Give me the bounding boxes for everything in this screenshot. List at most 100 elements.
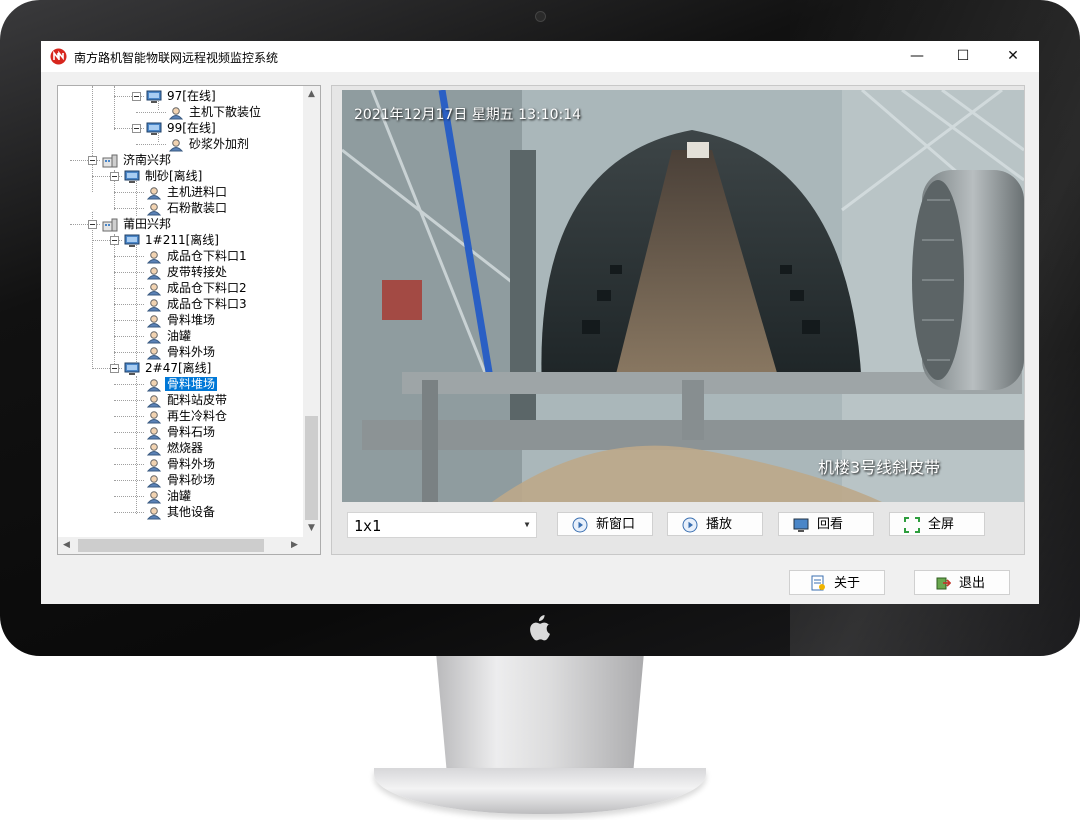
app-logo-icon bbox=[50, 48, 67, 65]
user-camera-icon bbox=[146, 330, 162, 343]
user-camera-icon bbox=[146, 394, 162, 407]
user-camera-icon bbox=[146, 410, 162, 423]
tree-item[interactable]: 再生冷料仓 bbox=[146, 408, 229, 424]
window-title: 南方路机智能物联网远程视频监控系统 bbox=[74, 51, 279, 65]
tree-collapse-toggle[interactable] bbox=[110, 236, 119, 245]
tree-item[interactable]: 2#47[离线] bbox=[124, 360, 213, 376]
tree-item[interactable]: 油罐 bbox=[146, 328, 193, 344]
scroll-left-arrow-icon[interactable]: ◀ bbox=[58, 537, 75, 554]
tree-item[interactable]: 成品仓下料口2 bbox=[146, 280, 249, 296]
layout-select[interactable]: 1x1 ▼ bbox=[347, 512, 537, 538]
user-camera-icon bbox=[146, 282, 162, 295]
tree-item[interactable]: 97[在线] bbox=[146, 88, 218, 104]
user-camera-icon bbox=[168, 138, 184, 151]
tree-item[interactable]: 其他设备 bbox=[146, 504, 217, 520]
about-document-icon bbox=[811, 575, 825, 591]
tree-item[interactable]: 主机进料口 bbox=[146, 184, 229, 200]
video-caption: 机楼3号线斜皮带 bbox=[818, 458, 941, 477]
conveyor-scene-image bbox=[342, 90, 1024, 502]
tree-item[interactable]: 配料站皮带 bbox=[146, 392, 229, 408]
tree-collapse-toggle[interactable] bbox=[110, 172, 119, 181]
tree-item[interactable]: 骨料堆场 bbox=[146, 376, 218, 392]
layout-select-value: 1x1 bbox=[354, 517, 382, 535]
video-feed[interactable]: 2021年12月17日 星期五 13:10:14 机楼3号线斜皮带 bbox=[342, 90, 1024, 502]
user-camera-icon bbox=[146, 298, 162, 311]
tree-item-label: 成品仓下料口1 bbox=[167, 249, 247, 263]
scroll-right-arrow-icon[interactable]: ▶ bbox=[286, 537, 303, 554]
user-camera-icon bbox=[146, 266, 162, 279]
user-camera-icon bbox=[146, 250, 162, 263]
tree-connector bbox=[114, 336, 144, 337]
tree-item[interactable]: 石粉散装口 bbox=[146, 200, 229, 216]
tree-item[interactable]: 骨料堆场 bbox=[146, 312, 217, 328]
play-button[interactable]: 播放 bbox=[667, 512, 763, 536]
tree-guide-line bbox=[114, 86, 115, 130]
tree-item-label: 济南兴邦 bbox=[123, 153, 172, 167]
scroll-thumb[interactable] bbox=[305, 416, 318, 520]
tree-guide-line bbox=[136, 242, 137, 362]
monitor-icon bbox=[124, 234, 140, 247]
tree-vertical-scrollbar[interactable]: ▲ ▼ bbox=[303, 86, 320, 537]
tree-collapse-toggle[interactable] bbox=[110, 364, 119, 373]
tree-item[interactable]: 砂浆外加剂 bbox=[168, 136, 251, 152]
tree-item-label: 2#47[离线] bbox=[145, 361, 212, 375]
tree-collapse-toggle[interactable] bbox=[132, 124, 141, 133]
tree-item[interactable]: 成品仓下料口1 bbox=[146, 248, 249, 264]
user-camera-icon bbox=[146, 442, 162, 455]
tree-item-label: 砂浆外加剂 bbox=[189, 137, 250, 151]
exit-button[interactable]: 退出 bbox=[914, 570, 1010, 595]
apple-logo-icon bbox=[528, 615, 552, 641]
tree-item[interactable]: 制砂[离线] bbox=[124, 168, 204, 184]
exit-icon bbox=[936, 577, 951, 590]
playback-button[interactable]: 回看 bbox=[778, 512, 874, 536]
user-camera-icon bbox=[146, 490, 162, 503]
tree-item[interactable]: 主机下散装位 bbox=[168, 104, 263, 120]
user-camera-icon bbox=[146, 474, 162, 487]
user-camera-icon bbox=[146, 458, 162, 471]
tree-item-label: 1#211[离线] bbox=[145, 233, 219, 247]
tree-item[interactable]: 皮带转接处 bbox=[146, 264, 229, 280]
tree-item[interactable]: 1#211[离线] bbox=[124, 232, 221, 248]
tree-collapse-toggle[interactable] bbox=[88, 156, 97, 165]
close-button[interactable]: ✕ bbox=[990, 41, 1036, 72]
tree-connector bbox=[114, 512, 144, 513]
scroll-thumb-horizontal[interactable] bbox=[78, 539, 264, 552]
device-tree[interactable]: 97[在线] 主机下散装位 99[在线] 砂浆外加剂济南兴邦 制砂[离线] 主机进料口 石粉… bbox=[57, 85, 321, 555]
fullscreen-button[interactable]: 全屏 bbox=[889, 512, 985, 536]
tree-item-label: 骨料砂场 bbox=[167, 473, 216, 487]
play-circle-icon bbox=[682, 517, 698, 533]
tree-item[interactable]: 济南兴邦 bbox=[102, 152, 173, 168]
new-window-button[interactable]: 新窗口 bbox=[557, 512, 653, 536]
tree-item[interactable]: 99[在线] bbox=[146, 120, 218, 136]
tree-item[interactable]: 燃烧器 bbox=[146, 440, 205, 456]
tree-item[interactable]: 成品仓下料口3 bbox=[146, 296, 249, 312]
tree-item[interactable]: 油罐 bbox=[146, 488, 193, 504]
about-button[interactable]: 关于 bbox=[789, 570, 885, 595]
tree-item[interactable]: 骨料外场 bbox=[146, 344, 217, 360]
tree-item[interactable]: 骨料砂场 bbox=[146, 472, 217, 488]
tree-item-label: 骨料堆场 bbox=[165, 377, 218, 391]
tree-item[interactable]: 莆田兴邦 bbox=[102, 216, 173, 232]
tree-collapse-toggle[interactable] bbox=[88, 220, 97, 229]
maximize-button[interactable]: ☐ bbox=[940, 41, 986, 72]
scroll-down-arrow-icon[interactable]: ▼ bbox=[303, 520, 320, 537]
tree-item-label: 97[在线] bbox=[167, 89, 216, 103]
tree-item-label: 皮带转接处 bbox=[167, 265, 228, 279]
tree-item[interactable]: 骨料外场 bbox=[146, 456, 217, 472]
building-icon bbox=[102, 154, 118, 167]
tree-item-label: 骨料石场 bbox=[167, 425, 216, 439]
tree-connector bbox=[114, 272, 144, 273]
tree-connector bbox=[114, 256, 144, 257]
video-controls: 1x1 ▼ 新窗口 播放 回看 全屏 bbox=[347, 512, 1007, 540]
tree-horizontal-scrollbar[interactable]: ◀ ▶ bbox=[58, 537, 303, 554]
minimize-button[interactable]: — bbox=[894, 41, 940, 72]
play-label: 播放 bbox=[706, 517, 733, 532]
tree-item-label: 成品仓下料口3 bbox=[167, 297, 247, 311]
tree-connector bbox=[114, 288, 144, 289]
tree-item-label: 其他设备 bbox=[167, 505, 216, 519]
user-camera-icon bbox=[146, 186, 162, 199]
chevron-down-icon[interactable]: ▼ bbox=[518, 513, 536, 537]
tree-item[interactable]: 骨料石场 bbox=[146, 424, 217, 440]
tree-collapse-toggle[interactable] bbox=[132, 92, 141, 101]
scroll-up-arrow-icon[interactable]: ▲ bbox=[303, 86, 320, 103]
